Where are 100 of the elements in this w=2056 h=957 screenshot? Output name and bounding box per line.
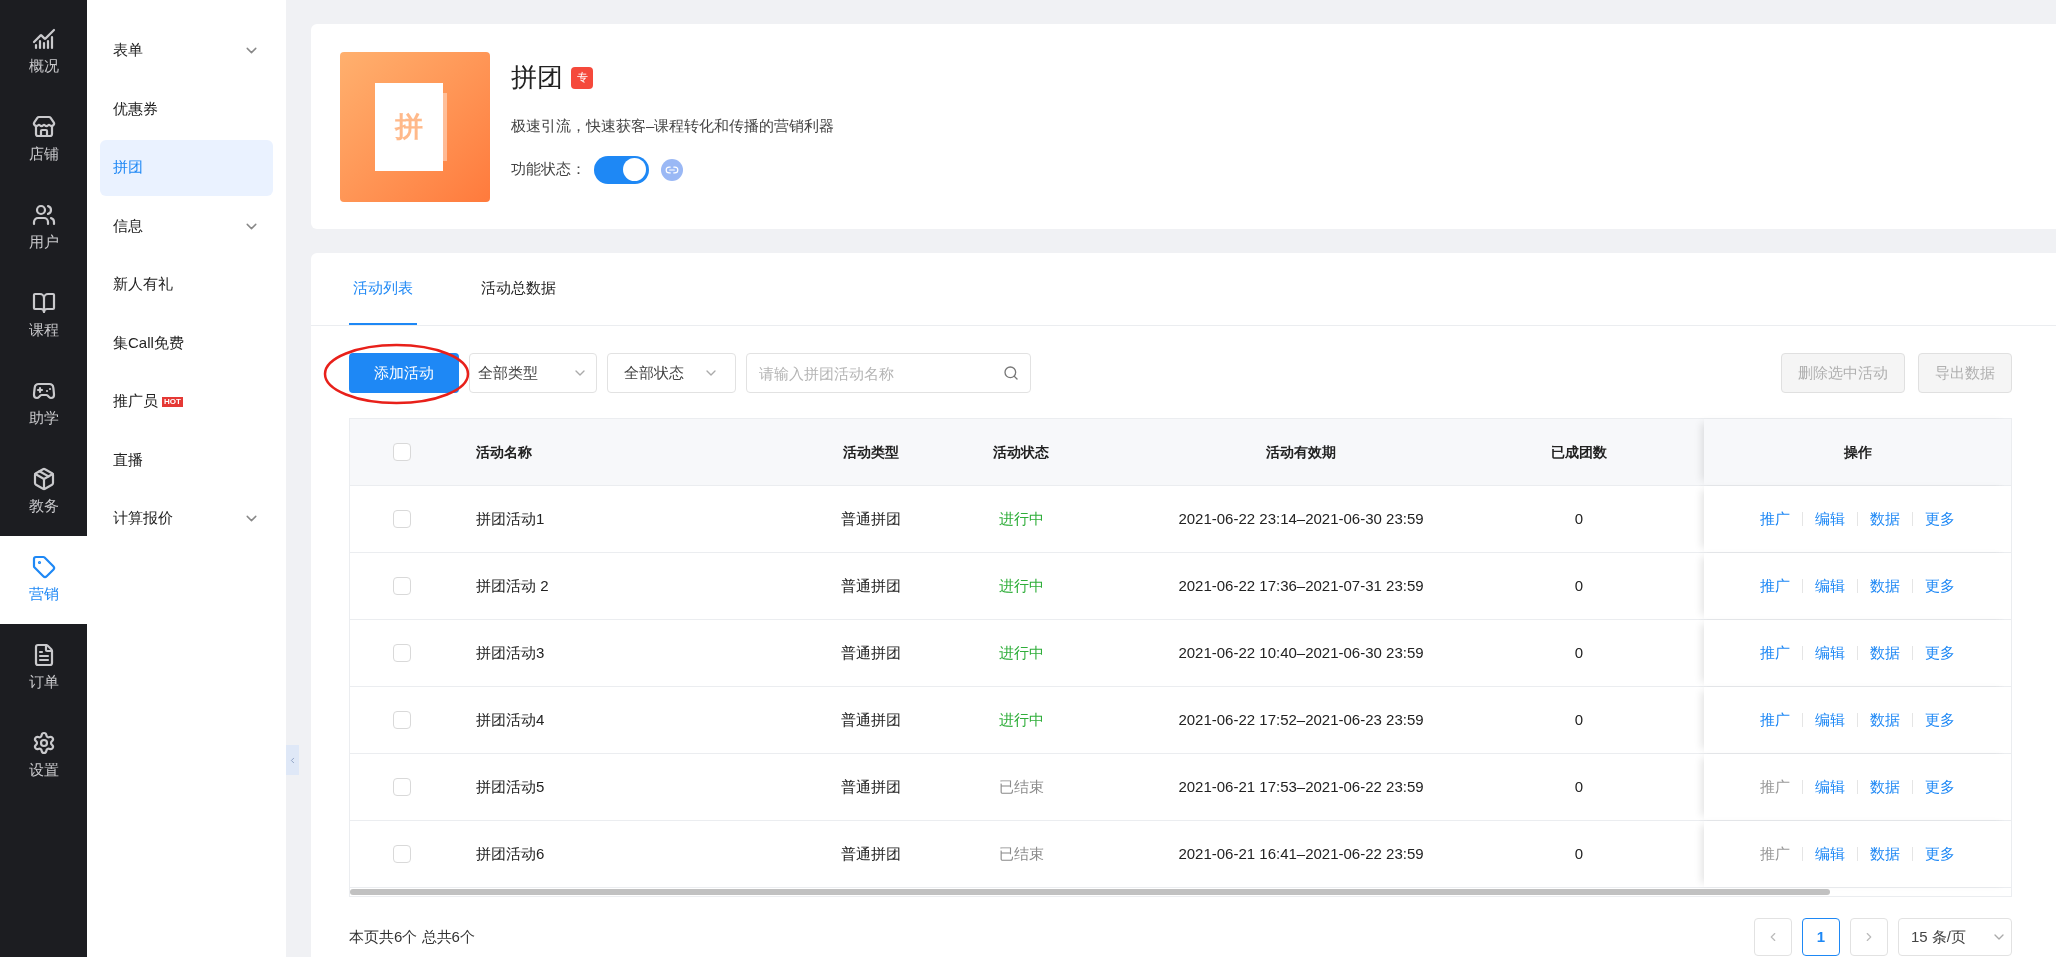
sub-nav-item[interactable]: 集Call免费 — [100, 315, 273, 371]
table-cell-text: 普通拼团 — [841, 776, 901, 797]
action-link[interactable]: 编辑 — [1815, 775, 1845, 799]
action-link[interactable]: 更多 — [1925, 775, 1955, 799]
type-filter[interactable]: 全部类型 — [469, 353, 597, 393]
action-link[interactable]: 数据 — [1870, 708, 1900, 732]
status-text: 进行中 — [998, 575, 1044, 596]
status-label: 功能状态： — [511, 159, 586, 180]
book-icon — [31, 290, 56, 315]
action-link[interactable]: 推广 — [1760, 641, 1790, 665]
sub-nav-item[interactable]: 计算报价 — [100, 490, 273, 547]
table-cell-text: 2021-06-22 17:36–2021-07-31 23:59 — [1178, 575, 1424, 596]
main-nav-item[interactable]: 设置 — [0, 712, 87, 800]
main-nav-item[interactable]: 店铺 — [0, 96, 87, 184]
table-cell-text: 普通拼团 — [841, 709, 901, 730]
status-filter[interactable]: 全部状态 — [607, 353, 736, 393]
status-toggle[interactable] — [594, 155, 649, 184]
sub-nav-item[interactable]: 新人有礼 — [100, 256, 273, 313]
table-cell-text: 拼团活动 2 — [476, 575, 549, 596]
previous-page-button[interactable] — [1754, 918, 1792, 956]
column-header: 活动有效期 — [1266, 442, 1336, 462]
action-link[interactable]: 推广 — [1760, 708, 1790, 732]
checkbox[interactable] — [393, 845, 411, 863]
action-link[interactable]: 数据 — [1870, 641, 1900, 665]
action-link[interactable]: 更多 — [1925, 507, 1955, 531]
action-link[interactable]: 编辑 — [1815, 842, 1845, 866]
action-link[interactable]: 编辑 — [1815, 708, 1845, 732]
settings-icon — [31, 730, 56, 755]
sub-nav-item[interactable]: 优惠券 — [100, 81, 273, 137]
main-nav-item[interactable]: 课程 — [0, 272, 87, 360]
chart-icon — [31, 26, 56, 51]
sub-nav-item[interactable]: 信息 — [100, 198, 273, 254]
action-link[interactable]: 更多 — [1925, 574, 1955, 598]
checkbox[interactable] — [393, 711, 411, 729]
next-page-button[interactable] — [1850, 918, 1888, 956]
status-text: 进行中 — [998, 642, 1044, 663]
status-text: 进行中 — [998, 508, 1044, 529]
action-link[interactable]: 推广 — [1760, 574, 1790, 598]
box-icon — [31, 466, 56, 491]
action-link[interactable]: 数据 — [1870, 574, 1900, 598]
status-text: 进行中 — [998, 709, 1044, 730]
checkbox[interactable] — [393, 778, 411, 796]
column-header: 活动名称 — [476, 442, 532, 462]
main-nav-item[interactable]: 营销 — [0, 536, 87, 624]
main-nav-item[interactable]: 概况 — [0, 8, 87, 96]
hot-badge: HOT — [162, 396, 183, 407]
table-cell-text: 0 — [1574, 642, 1584, 663]
table-cell-text: 0 — [1574, 508, 1584, 529]
action-link[interactable]: 更多 — [1925, 842, 1955, 866]
add-activity-button[interactable]: 添加活动 — [349, 353, 459, 393]
action-link[interactable]: 更多 — [1925, 708, 1955, 732]
checkbox[interactable] — [393, 644, 411, 662]
table-cell-text: 拼团活动1 — [476, 508, 545, 529]
table-cell-text: 普通拼团 — [841, 508, 901, 529]
sub-nav-item[interactable]: 表单 — [100, 22, 273, 79]
horizontal-scrollbar[interactable] — [350, 889, 1830, 895]
action-link[interactable]: 推广 — [1760, 507, 1790, 531]
table-cell-text: 0 — [1574, 776, 1584, 797]
collapse-handle[interactable] — [286, 745, 299, 775]
action-link[interactable]: 编辑 — [1815, 641, 1845, 665]
status-text: 已结束 — [998, 843, 1044, 864]
sub-nav-item[interactable]: 拼团 — [100, 139, 273, 196]
column-header: 活动类型 — [843, 442, 899, 462]
store-icon — [31, 114, 56, 139]
tab[interactable]: 活动列表 — [349, 253, 417, 325]
table-cell-text: 2021-06-22 17:52–2021-06-23 23:59 — [1178, 709, 1424, 730]
chevron-left-icon — [288, 755, 297, 765]
action-link[interactable]: 数据 — [1870, 507, 1900, 531]
page-size-select[interactable]: 15 条/页 — [1898, 918, 2012, 956]
tab[interactable]: 活动总数据 — [477, 253, 560, 325]
sub-nav-item[interactable]: 直播 — [100, 432, 273, 488]
table-cell-text: 拼团活动4 — [476, 709, 545, 730]
table-cell-text: 0 — [1574, 843, 1584, 864]
table-cell-text: 2021-06-22 23:14–2021-06-30 23:59 — [1178, 508, 1424, 529]
column-header: 活动状态 — [993, 442, 1049, 462]
table-cell-text: 拼团活动3 — [476, 642, 545, 663]
table-cell-text: 拼团活动5 — [476, 776, 545, 797]
checkbox[interactable] — [393, 510, 411, 528]
action-link[interactable]: 数据 — [1870, 842, 1900, 866]
table-cell-text: 2021-06-22 10:40–2021-06-30 23:59 — [1178, 642, 1424, 663]
link-icon[interactable] — [661, 158, 683, 181]
table-cell-text: 普通拼团 — [841, 843, 901, 864]
table-cell-text: 2021-06-21 16:41–2021-06-22 23:59 — [1178, 843, 1424, 864]
action-link[interactable]: 更多 — [1925, 641, 1955, 665]
pro-badge: 专 — [571, 66, 593, 89]
action-link[interactable]: 编辑 — [1815, 507, 1845, 531]
main-nav-item[interactable]: 订单 — [0, 624, 87, 712]
page-button[interactable]: 1 — [1802, 918, 1840, 956]
status-text: 已结束 — [998, 776, 1044, 797]
checkbox[interactable] — [393, 443, 411, 461]
checkbox[interactable] — [393, 577, 411, 595]
main-nav-item[interactable]: 助学 — [0, 360, 87, 448]
action-link[interactable]: 编辑 — [1815, 574, 1845, 598]
search-field[interactable]: 请输入拼团活动名称 — [746, 353, 1031, 393]
main-nav-item[interactable]: 教务 — [0, 448, 87, 536]
action-link[interactable]: 数据 — [1870, 775, 1900, 799]
sub-nav-item[interactable]: 推广员 HOT — [100, 373, 273, 430]
page-summary: 本页共6个 总共6个 — [349, 926, 475, 947]
table-cell-text: 0 — [1574, 575, 1584, 596]
main-nav-item[interactable]: 用户 — [0, 184, 87, 272]
